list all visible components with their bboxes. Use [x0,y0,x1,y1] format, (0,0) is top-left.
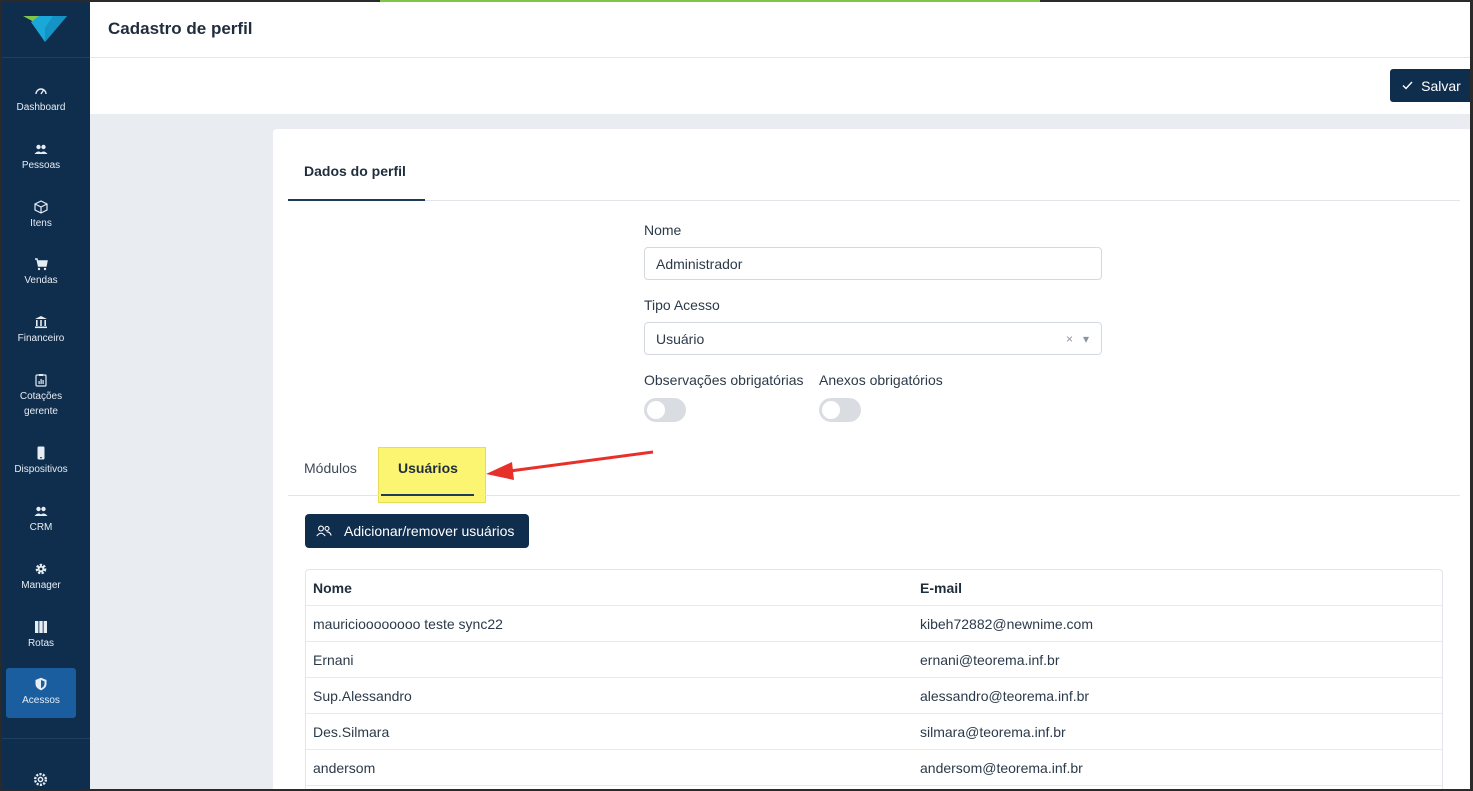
people-icon [34,144,48,154]
tab-modulos[interactable]: Módulos [304,460,357,476]
sidebar-item-dashboard[interactable]: Dashboard [6,84,76,115]
user-name: Sup.Alessandro [313,688,412,704]
obs-required-toggle[interactable] [644,398,686,422]
table-row[interactable]: Ernani ernani@teorema.inf.br [306,642,1442,678]
sidebar-item-label: Vendas [24,275,58,286]
toolbar: Salvar [90,58,1473,114]
sidebar-item-pessoas[interactable]: Pessoas [6,142,76,173]
sidebar-item-label: Pessoas [21,160,61,171]
phone-icon [37,446,45,460]
tab-dados-do-perfil[interactable]: Dados do perfil [304,163,406,179]
table-row[interactable]: mauricioooooooo teste sync22 kibeh72882@… [306,606,1442,642]
user-email: kibeh72882@newnime.com [920,616,1093,632]
sidebar-item-acessos[interactable]: Acessos [6,668,76,718]
users-icon [316,525,332,537]
annotation-arrow [486,450,654,480]
user-email: silmara@teorema.inf.br [920,724,1066,740]
user-name: mauricioooooooo teste sync22 [313,616,503,632]
sidebar-item-financeiro[interactable]: Financeiro [6,315,76,346]
user-name: Ernani [313,652,354,668]
chevron-down-icon[interactable]: ▾ [1083,332,1089,346]
tab-usuarios[interactable]: Usuários [398,460,458,476]
access-type-value: Usuário [656,330,705,347]
column-header-name[interactable]: Nome [313,580,352,596]
box-icon [34,200,48,214]
shield-icon [35,677,47,691]
page-header: Cadastro de perfil [90,0,1473,58]
settings-icon[interactable] [33,772,48,791]
sidebar-item-label: Rotas [27,638,55,649]
save-button-label: Salvar [1421,77,1461,94]
name-field-value: Administrador [656,255,743,272]
sidebar-item-label: Financeiro [17,333,65,344]
column-header-email[interactable]: E-mail [920,580,962,596]
add-remove-users-label: Adicionar/remover usuários [344,523,515,539]
clipboard-chart-icon [35,374,47,387]
sidebar-item-label: Cotações gerente [19,391,63,417]
attachments-required-toggle[interactable] [819,398,861,422]
name-label: Nome [644,222,682,238]
sidebar-item-label: Itens [30,218,52,229]
sidebar-item-vendas[interactable]: Vendas [6,257,76,288]
save-button[interactable]: Salvar [1390,69,1473,102]
user-email: andersom@teorema.inf.br [920,760,1083,776]
access-type-label: Tipo Acesso [644,297,720,313]
dashboard-icon [35,88,47,95]
obs-required-label: Observações obrigatórias [644,372,804,388]
attachments-required-label: Anexos obrigatórios [819,372,943,388]
table-row[interactable]: andersom andersom@teorema.inf.br [306,750,1442,786]
add-remove-users-button[interactable]: Adicionar/remover usuários [305,514,529,548]
name-field[interactable]: Administrador [644,247,1102,280]
sidebar-item-label: Manager [21,580,61,591]
sidebar-item-cotacoes[interactable]: Cotações gerente [6,373,76,419]
user-name: Des.Silmara [313,724,390,740]
user-email: alessandro@teorema.inf.br [920,688,1090,704]
gear-icon [35,563,47,575]
bank-icon [35,316,47,329]
sidebar-item-crm[interactable]: CRM [6,504,76,535]
access-type-select[interactable]: Usuário × ▾ [644,322,1102,355]
user-email: ernani@teorema.inf.br [920,652,1060,668]
app-logo[interactable] [0,0,90,58]
users-table: Nome E-mail mauricioooooooo teste sync22… [305,569,1443,791]
sidebar-item-label: CRM [29,522,53,533]
table-row[interactable]: Sup.Alessandro alessandro@teorema.inf.br [306,678,1442,714]
sidebar-item-rotas[interactable]: Rotas [6,620,76,651]
table-row[interactable]: Des.Silmara silmara@teorema.inf.br [306,714,1442,750]
columns-icon [35,621,47,633]
sidebar-item-label: Dashboard [16,102,66,113]
people-icon [34,506,48,516]
sidebar-item-manager[interactable]: Manager [6,562,76,593]
cart-icon [35,258,48,271]
page-title: Cadastro de perfil [108,19,253,38]
sidebar-item-dispositivos[interactable]: Dispositivos [6,446,76,477]
sidebar-item-itens[interactable]: Itens [6,200,76,231]
check-icon [1402,81,1413,90]
table-header: Nome E-mail [306,570,1442,606]
clear-icon[interactable]: × [1066,332,1073,346]
user-name: andersom [313,760,376,776]
sidebar: Dashboard Pessoas Itens Vendas Financeir… [0,0,90,791]
sidebar-item-label: Acessos [22,695,60,706]
sidebar-item-label: Dispositivos [14,464,68,475]
